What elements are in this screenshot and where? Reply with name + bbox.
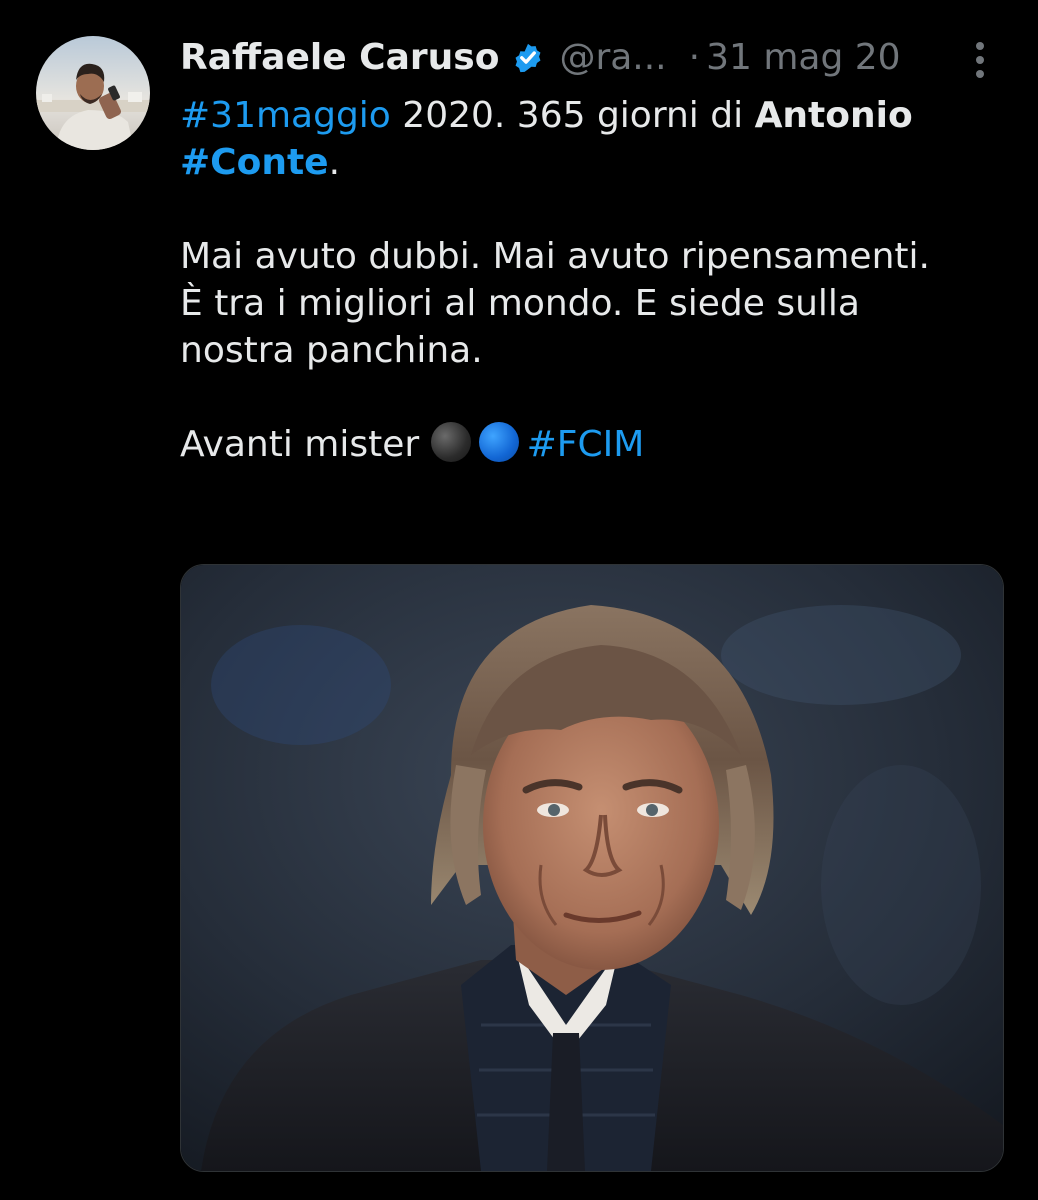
author-avatar[interactable]: [36, 36, 150, 150]
portrait-photo: [181, 565, 1003, 1171]
tweet-text-line-5: nostra panchina.: [180, 330, 483, 371]
tweet-text-line-2: #Conte.: [180, 139, 1020, 186]
tweet-card[interactable]: Raffaele Caruso @ra... · 31 mag 20 #31ma…: [0, 0, 1038, 1200]
header-separator: ·: [688, 36, 701, 78]
avatar-image: [36, 36, 150, 150]
tweet-text-line-1: #31maggio 2020. 365 giorni di Antonio: [180, 92, 1020, 139]
tweet-photo[interactable]: [180, 564, 1004, 1172]
verified-badge-icon[interactable]: [511, 40, 545, 74]
more-vertical-icon[interactable]: [968, 40, 992, 80]
author-handle[interactable]: @ra...: [559, 37, 666, 78]
tweet-date[interactable]: 31 mag 20: [706, 37, 900, 78]
black-circle-emoji: [430, 422, 471, 462]
hashtag-link-fcim[interactable]: #FCIM: [527, 424, 645, 465]
author-display-name[interactable]: Raffaele Caruso: [180, 37, 499, 78]
tweet-text-line-4: È tra i migliori al mondo. E siede sulla: [180, 283, 860, 324]
tweet-header: Raffaele Caruso @ra... · 31 mag 20: [180, 30, 1000, 84]
tweet-text-segment: Avanti mister: [180, 424, 431, 465]
blue-circle-emoji: [478, 422, 519, 462]
tweet-text-segment: .: [328, 142, 341, 183]
tweet-text-bold-name: Antonio: [754, 95, 913, 136]
tweet-text: #31maggio 2020. 365 giorni di Antonio #C…: [180, 92, 1020, 468]
tweet-text-line-6: Avanti mister #FCIM: [180, 421, 1020, 468]
hashtag-link-conte[interactable]: #Conte: [180, 142, 329, 183]
tweet-text-line-3: Mai avuto dubbi. Mai avuto ripensamenti.: [180, 236, 930, 277]
tweet-text-segment: 2020. 365 giorni di: [390, 95, 755, 136]
hashtag-link-31maggio[interactable]: #31maggio: [180, 95, 391, 136]
